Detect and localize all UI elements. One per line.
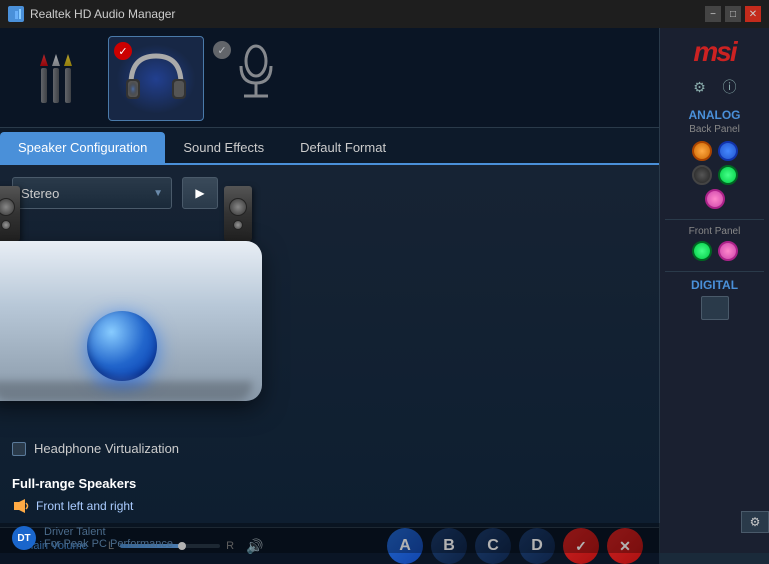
front-panel-label: Front Panel (689, 226, 741, 237)
watermark: DT Driver Talent For Peak PC Performance (0, 523, 660, 553)
msi-logo: msi (693, 36, 735, 68)
speaker-visualization (12, 221, 232, 421)
back-panel-ports-row2 (692, 165, 738, 185)
speaker-right-cone (229, 198, 247, 216)
close-button[interactable]: ✕ (745, 6, 761, 22)
title-bar: Realtek HD Audio Manager − □ ✕ (0, 0, 769, 28)
watermark-logo: DT (12, 526, 36, 550)
device-row: ✓ (0, 28, 659, 128)
right-sidebar: msi ⚙ ⓘ ANALOG Back Panel Front Panel (659, 28, 769, 553)
rca-icon (32, 46, 80, 111)
rca-plug-red (40, 54, 48, 103)
headphone-virtualization-row: Headphone Virtualization (12, 441, 232, 456)
fullrange-item: Front left and right (12, 497, 232, 515)
play-icon: ▶ (195, 186, 204, 200)
tab-sound-effects[interactable]: Sound Effects (165, 132, 282, 163)
mic-icon (226, 41, 286, 116)
content-area: ✓ (0, 28, 659, 553)
tab-default-format[interactable]: Default Format (282, 132, 404, 163)
sidebar-divider2 (665, 271, 763, 272)
back-panel-label: Back Panel (689, 124, 740, 135)
speaker-left-tweeter (1, 220, 11, 230)
speaker-right-tweeter (233, 220, 243, 230)
back-panel-ports-row1 (692, 141, 738, 161)
watermark-text-container: Driver Talent For Peak PC Performance (44, 526, 173, 550)
left-panel: Stereo ▼ ▶ (12, 177, 232, 515)
speaker-left-body (0, 186, 20, 241)
headphone-icon (111, 39, 201, 119)
app-icon (8, 6, 24, 22)
minimize-button[interactable]: − (705, 6, 721, 22)
digital-label: DIGITAL (691, 278, 738, 292)
front-panel-ports (692, 241, 738, 261)
analog-label: ANALOG (689, 108, 741, 122)
rca-plug-yellow (64, 54, 72, 103)
gear-icon[interactable]: ⚙ (689, 76, 711, 98)
port-pink-front[interactable] (718, 241, 738, 261)
dropdown-row: Stereo ▼ ▶ (12, 177, 232, 209)
sidebar-bottom: ⚙ (660, 511, 769, 545)
speaker-dropdown[interactable]: Stereo ▼ (12, 177, 172, 209)
speaker-config-content: Stereo ▼ ▶ (0, 165, 659, 527)
speaker-stage (0, 241, 262, 401)
info-icon[interactable]: ⓘ (719, 76, 741, 98)
stage-container (0, 241, 262, 401)
device-mic[interactable]: ✓ (208, 36, 304, 121)
watermark-line2: For Peak PC Performance (44, 538, 173, 550)
port-green-front[interactable] (692, 241, 712, 261)
tabs-row: Speaker Configuration Sound Effects Defa… (0, 128, 659, 165)
device-rca[interactable] (8, 36, 104, 121)
maximize-button[interactable]: □ (725, 6, 741, 22)
front-left-right-label: Front left and right (36, 499, 133, 513)
play-test-button[interactable]: ▶ (182, 177, 218, 209)
main-container: ✓ (0, 28, 769, 553)
audio-sphere (87, 311, 157, 381)
title-bar-left: Realtek HD Audio Manager (8, 6, 175, 22)
speaker-right[interactable] (224, 186, 252, 241)
port-blue-back[interactable] (718, 141, 738, 161)
sidebar-icons-row: ⚙ ⓘ (689, 76, 741, 98)
mic-badge: ✓ (213, 41, 231, 59)
headphone-virtualization-label: Headphone Virtualization (34, 441, 179, 456)
title-bar-text: Realtek HD Audio Manager (30, 7, 175, 21)
headphone-virtualization-checkbox[interactable] (12, 442, 26, 456)
digital-port[interactable] (701, 296, 729, 320)
speaker-left-cone (0, 198, 15, 216)
port-orange[interactable] (692, 141, 712, 161)
sidebar-settings-button[interactable]: ⚙ (741, 511, 769, 533)
speaker-left[interactable] (0, 186, 20, 241)
title-bar-controls: − □ ✕ (705, 6, 761, 22)
dropdown-arrow-icon: ▼ (153, 188, 163, 199)
speaker-right-body (224, 186, 252, 241)
tab-speaker-config[interactable]: Speaker Configuration (0, 132, 165, 163)
fullrange-section: Full-range Speakers Front left and right (12, 476, 232, 515)
watermark-logo-text: DT (17, 533, 30, 544)
speaker-small-icon (12, 497, 30, 515)
sidebar-divider (665, 219, 763, 220)
dropdown-value: Stereo (21, 186, 59, 201)
rca-plug-white (52, 54, 60, 103)
device-headphone[interactable]: ✓ (108, 36, 204, 121)
fullrange-title: Full-range Speakers (12, 476, 232, 491)
watermark-line1: Driver Talent (44, 526, 173, 538)
back-panel-ports-row3 (705, 189, 725, 209)
port-black[interactable] (692, 165, 712, 185)
port-green-back[interactable] (718, 165, 738, 185)
port-pink-back[interactable] (705, 189, 725, 209)
